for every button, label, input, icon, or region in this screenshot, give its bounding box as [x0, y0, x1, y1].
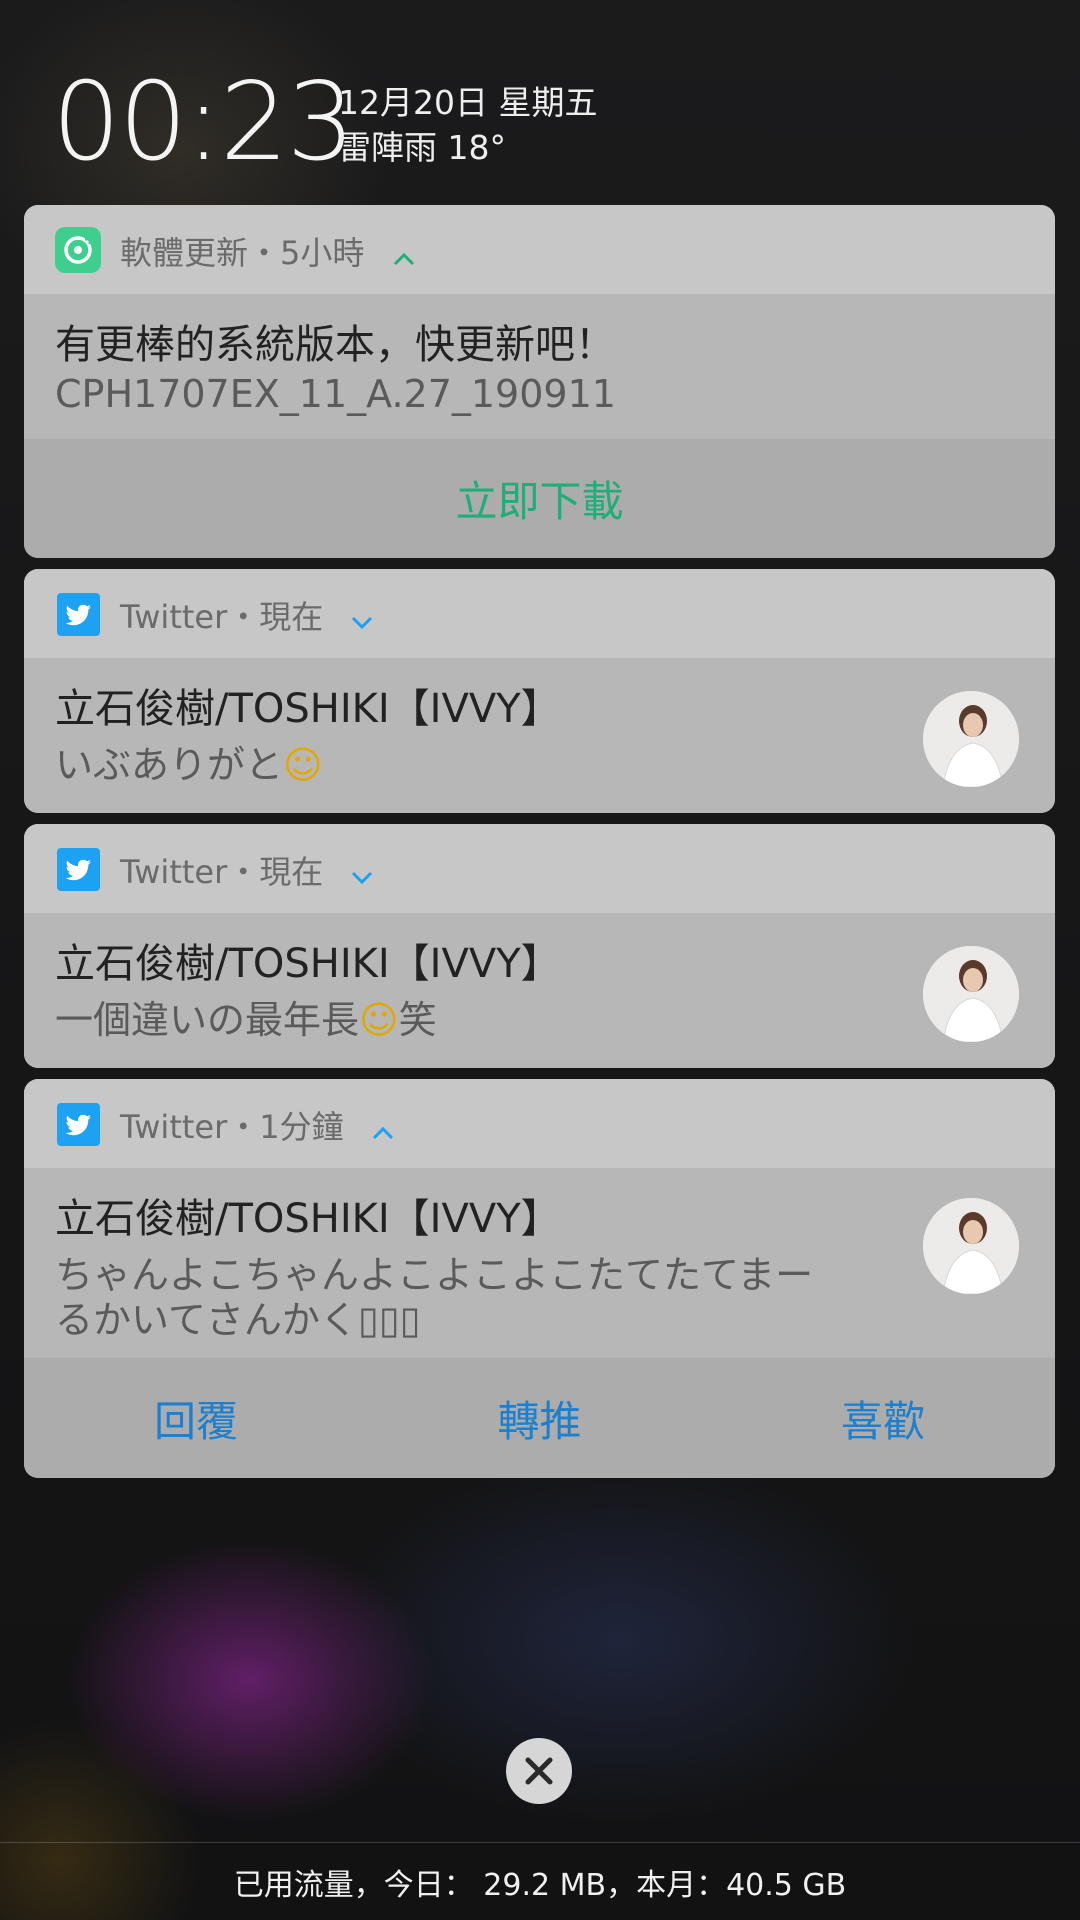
- notification-text-content: 一個違いの最年長: [55, 998, 360, 1042]
- notification-actions: 立即下載: [24, 439, 1055, 558]
- reply-button[interactable]: 回覆: [24, 1358, 368, 1478]
- notification-header[interactable]: Twitter・現在: [24, 569, 1055, 658]
- chevron-up-icon[interactable]: [393, 236, 415, 274]
- notification-twitter-expanded[interactable]: Twitter・1分鐘 立石俊樹/TOSHIKI【IVVY】 ちゃんよこちゃんよ…: [24, 1079, 1055, 1478]
- notification-text-suffix: 笑: [398, 998, 437, 1042]
- notification-software-update[interactable]: 軟體更新・5小時 有更棒的系統版本，快更新吧！ CPH1707EX_11_A.2…: [24, 205, 1055, 558]
- avatar: [923, 1198, 1019, 1294]
- chevron-down-icon[interactable]: [351, 600, 373, 638]
- notification-app-meta: 軟體更新・5小時: [120, 234, 365, 272]
- notification-actions: 回覆 轉推 喜歡: [24, 1358, 1055, 1478]
- notification-title: 立石俊樹/TOSHIKI【IVVY】: [55, 1196, 561, 1242]
- like-button[interactable]: 喜歡: [711, 1358, 1055, 1478]
- notification-title: 有更棒的系統版本，快更新吧！: [55, 322, 615, 368]
- notification-body[interactable]: 立石俊樹/TOSHIKI【IVVY】 ちゃんよこちゃんよこよこよこたてたてまー …: [24, 1168, 1055, 1358]
- notification-app-meta: Twitter・1分鐘: [120, 1108, 344, 1146]
- smiley-emoji: ☺: [283, 743, 323, 787]
- clock: 00:23: [52, 60, 355, 185]
- notification-text: CPH1707EX_11_A.27_190911: [55, 372, 616, 416]
- chevron-down-icon[interactable]: [351, 855, 373, 893]
- data-usage-text: 已用流量，今日： 29.2 MB，本月：40.5 GB: [233, 1868, 847, 1903]
- divider: [0, 1842, 1080, 1843]
- twitter-icon: [57, 848, 100, 891]
- notification-title: 立石俊樹/TOSHIKI【IVVY】: [55, 941, 561, 987]
- notification-body[interactable]: 立石俊樹/TOSHIKI【IVVY】 一個違いの最年長☺笑: [24, 913, 1055, 1068]
- notification-header[interactable]: Twitter・1分鐘: [24, 1079, 1055, 1168]
- notification-body[interactable]: 有更棒的系統版本，快更新吧！ CPH1707EX_11_A.27_190911: [24, 294, 1055, 439]
- notification-body[interactable]: 立石俊樹/TOSHIKI【IVVY】 いぶありがと☺: [24, 658, 1055, 813]
- twitter-icon: [57, 1103, 100, 1146]
- software-update-icon: [55, 227, 101, 273]
- weather: 雷陣雨 18°: [338, 128, 506, 167]
- notification-header[interactable]: Twitter・現在: [24, 824, 1055, 913]
- notification-app-meta: Twitter・現在: [120, 853, 324, 891]
- download-now-button[interactable]: 立即下載: [24, 439, 1055, 558]
- twitter-icon: [57, 593, 100, 636]
- clear-all-button[interactable]: [506, 1738, 572, 1804]
- notification-twitter[interactable]: Twitter・現在 立石俊樹/TOSHIKI【IVVY】 一個違いの最年長☺笑: [24, 824, 1055, 1068]
- date: 12月20日 星期五: [338, 83, 598, 122]
- chevron-up-icon[interactable]: [372, 1110, 394, 1148]
- notification-text-line-2: るかいてさんかく▯▯▯: [55, 1298, 421, 1342]
- notification-text: いぶありがと☺: [55, 734, 323, 789]
- notification-app-meta: Twitter・現在: [120, 598, 324, 636]
- notification-header[interactable]: 軟體更新・5小時: [24, 205, 1055, 294]
- close-icon: [525, 1757, 553, 1785]
- notification-text-content: いぶありがと: [55, 743, 284, 787]
- notification-title: 立石俊樹/TOSHIKI【IVVY】: [55, 686, 561, 732]
- retweet-button[interactable]: 轉推: [368, 1358, 711, 1478]
- avatar: [923, 946, 1019, 1042]
- notification-text: 一個違いの最年長☺笑: [55, 989, 437, 1044]
- avatar: [923, 691, 1019, 787]
- smiley-emoji: ☺: [359, 998, 399, 1042]
- notification-twitter[interactable]: Twitter・現在 立石俊樹/TOSHIKI【IVVY】 いぶありがと☺: [24, 569, 1055, 813]
